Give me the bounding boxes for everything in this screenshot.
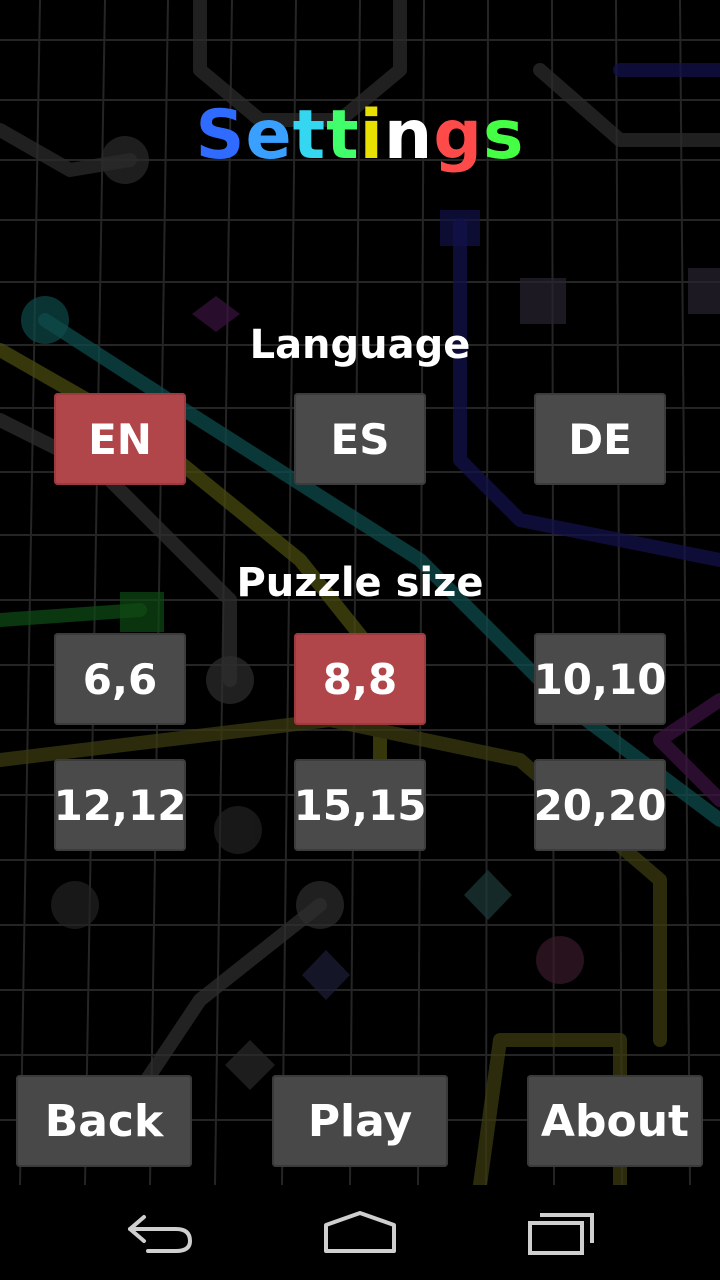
home-icon[interactable] xyxy=(320,1203,400,1263)
back-arrow-icon[interactable] xyxy=(120,1203,200,1263)
system-nav-bar xyxy=(0,1185,720,1280)
page-title: Settings xyxy=(0,96,720,175)
title-letter: e xyxy=(245,96,293,175)
size-15-button[interactable]: 15,15 xyxy=(294,759,426,851)
title-letter: t xyxy=(326,96,360,175)
title-letter: n xyxy=(383,96,434,175)
back-button[interactable]: Back xyxy=(16,1075,192,1167)
title-letter: i xyxy=(359,96,384,175)
language-de-button[interactable]: DE xyxy=(534,393,666,485)
title-letter: s xyxy=(483,96,525,175)
language-en-button[interactable]: EN xyxy=(54,393,186,485)
language-es-button[interactable]: ES xyxy=(294,393,426,485)
play-button[interactable]: Play xyxy=(272,1075,448,1167)
title-letter: g xyxy=(433,96,484,175)
title-letter: S xyxy=(195,96,246,175)
size-20-button[interactable]: 20,20 xyxy=(534,759,666,851)
size-10-button[interactable]: 10,10 xyxy=(534,633,666,725)
size-8-button[interactable]: 8,8 xyxy=(294,633,426,725)
about-button[interactable]: About xyxy=(527,1075,703,1167)
language-label: Language xyxy=(249,322,471,368)
title-letter: t xyxy=(292,96,327,175)
size-12-button[interactable]: 12,12 xyxy=(54,759,186,851)
puzzle-size-label: Puzzle size xyxy=(236,560,484,606)
recents-icon[interactable] xyxy=(522,1203,602,1263)
size-6-button[interactable]: 6,6 xyxy=(54,633,186,725)
